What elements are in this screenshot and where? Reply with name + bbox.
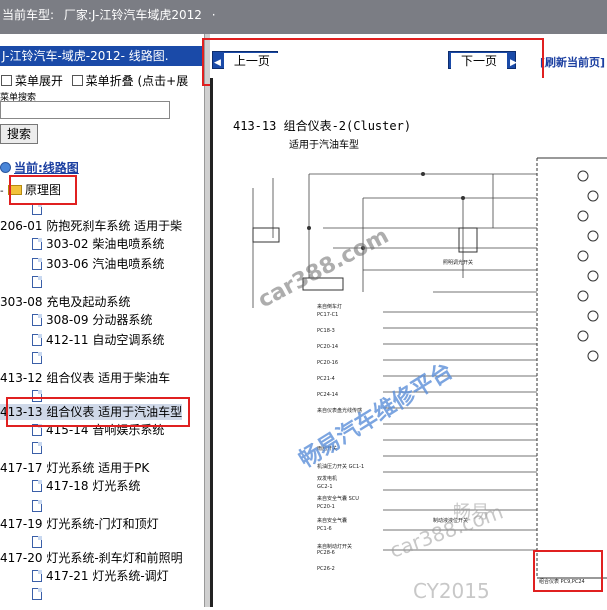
tree-item[interactable]: 413-12 组合仪表 适用于柴油车 [0, 370, 170, 386]
wire-label: 来自仪表盘光线传感 [317, 407, 362, 414]
tree-item[interactable]: 417-20 灯光系统-刹车灯和前照明 [0, 550, 183, 566]
top-bar: 当前车型: 厂家:J-江铃汽车域虎2012 · [0, 0, 607, 34]
wires [252, 173, 537, 551]
diagram-frame: 413-13 组合仪表-2(Cluster) 适用于汽油车型 来自倒车灯 PC1… [210, 78, 607, 607]
wire-label: 照明调光开关 [443, 259, 473, 266]
tree-item[interactable]: 206-01 防抱死刹车系统 适用于柴 [0, 218, 182, 234]
tree-item[interactable]: 417-21 灯光系统-调灯 [32, 568, 169, 584]
tree-item[interactable]: 303-06 汽油电喷系统 [32, 256, 164, 272]
tree-item[interactable]: 417-17 灯光系统 适用于PK [0, 460, 149, 476]
document-icon [32, 258, 42, 270]
tree-doc-blank[interactable] [32, 388, 46, 404]
tree-root[interactable]: - 原理图 [0, 182, 61, 198]
expand-menu-link[interactable]: 菜单展开 [15, 74, 63, 88]
search-input[interactable] [0, 101, 170, 119]
document-icon [32, 500, 42, 512]
document-icon [32, 480, 42, 492]
document-icon [32, 588, 42, 600]
wire-label: PC18-3 [317, 328, 335, 334]
globe-icon [0, 162, 11, 173]
arrow-left-icon: ◀ [214, 58, 221, 68]
prev-page-button[interactable]: ◀ 上一页 [212, 51, 280, 69]
wire-label: PC28-6 [317, 550, 335, 556]
wire-label: GC2-1 [317, 484, 333, 490]
document-icon [32, 536, 42, 548]
document-icon [32, 334, 42, 346]
watermark-text: car388.com [387, 500, 507, 563]
wire-label: 来自安全气囊 [317, 517, 347, 524]
tree-doc-blank[interactable] [32, 498, 46, 514]
tree-doc-blank[interactable] [32, 350, 46, 366]
document-icon [32, 314, 42, 326]
indicator-lamps [577, 170, 599, 362]
wire-label: 来自制动灯开关 [317, 543, 352, 550]
watermark-text: CY2015 [413, 579, 490, 603]
document-icon [32, 424, 42, 436]
tree-root-label[interactable]: 原理图 [25, 183, 61, 197]
connector-column [536, 157, 607, 579]
wiring-diagram: 413-13 组合仪表-2(Cluster) 适用于汽油车型 来自倒车灯 PC1… [233, 118, 607, 603]
tree-item[interactable]: 415-14 音响娱乐系统 [32, 422, 164, 438]
wire-label: PC21-4 [317, 376, 335, 382]
collapse-menu-link[interactable]: 菜单折叠 (点击+展 [86, 74, 189, 88]
next-page-button[interactable]: 下一页 ▶ [448, 51, 517, 69]
folder-icon [8, 185, 22, 195]
document-icon [32, 570, 42, 582]
menu-controls: 菜单展开 菜单折叠 (点击+展 [0, 72, 188, 89]
topbar-dot: · [211, 8, 216, 22]
document-icon [32, 352, 42, 364]
current-link[interactable]: 当前:线路图 [14, 161, 79, 175]
diagram-title: 413-13 组合仪表-2(Cluster) [233, 118, 411, 133]
wire-label: PC20-16 [317, 360, 338, 366]
viewer-panel: ◀ 上一页 下一页 ▶ [刷新当前页] 413-13 组合仪表-2(Cluster)… [202, 34, 607, 607]
wire-label: PC1-6 [317, 526, 332, 532]
arrow-right-icon: ▶ [510, 58, 517, 68]
tree-doc-blank[interactable] [32, 534, 46, 550]
tree-doc-blank[interactable] [32, 586, 46, 602]
wire-label: PC24-14 [317, 392, 338, 398]
watermark-text: car388.com [254, 224, 393, 314]
tree-item[interactable]: 412-11 自动空调系统 [32, 332, 164, 348]
left-panel: J-江铃汽车-域虎-2012- 线路图. 菜单展开 菜单折叠 (点击+展 菜单搜… [0, 34, 204, 607]
tree-doc-blank[interactable] [32, 201, 46, 217]
tree-item-selected[interactable]: 413-13 组合仪表 适用于汽油车型 [0, 404, 183, 420]
diagram-footer: 组合仪表 PC9,PC24 [539, 578, 585, 585]
wire-label: PC20-14 [317, 344, 338, 350]
document-icon [32, 203, 42, 215]
left-panel-title: J-江铃汽车-域虎-2012- 线路图. [0, 46, 204, 66]
tree-current[interactable]: 当前:线路图 [0, 160, 79, 176]
collapse-icon[interactable] [71, 75, 83, 86]
current-model-label: 当前车型: [2, 8, 55, 22]
expand-icon[interactable] [1, 75, 12, 86]
diagram-subtitle: 适用于汽油车型 [289, 138, 359, 151]
viewer-toolbar: ◀ 上一页 下一页 ▶ [刷新当前页] [210, 48, 607, 74]
search-button[interactable]: 搜索 [0, 124, 38, 144]
document-icon [32, 276, 42, 288]
refresh-link[interactable]: [刷新当前页] [540, 54, 605, 70]
tree-item[interactable]: 303-08 充电及起动系统 [0, 294, 130, 310]
wire-label: 来自倒车灯 [317, 303, 342, 310]
tree-doc-blank[interactable] [32, 274, 46, 290]
wire-label: 双发电机 [317, 475, 337, 482]
wire-label: PC17-C1 [317, 312, 338, 318]
maker-text: 厂家:J-江铃汽车域虎2012 [63, 8, 202, 22]
wire-label: PC20-1 [317, 504, 335, 510]
tree-doc-blank[interactable] [32, 440, 46, 456]
tree-item[interactable]: 308-09 分动器系统 [32, 312, 152, 328]
document-icon [32, 390, 42, 402]
tree-collapse-icon[interactable]: - [0, 184, 8, 200]
tree-item[interactable]: 417-18 灯光系统 [32, 478, 140, 494]
document-icon [32, 238, 42, 250]
wire-label: 来自安全气囊 SCU [317, 495, 359, 502]
tree-item[interactable]: 303-02 柴油电喷系统 [32, 236, 164, 252]
tree-item[interactable]: 417-19 灯光系统-门灯和顶灯 [0, 516, 159, 532]
document-icon [32, 442, 42, 454]
wire-label: PC26-2 [317, 566, 335, 572]
wire-label: 机油压力开关 GC1-1 [317, 463, 364, 470]
